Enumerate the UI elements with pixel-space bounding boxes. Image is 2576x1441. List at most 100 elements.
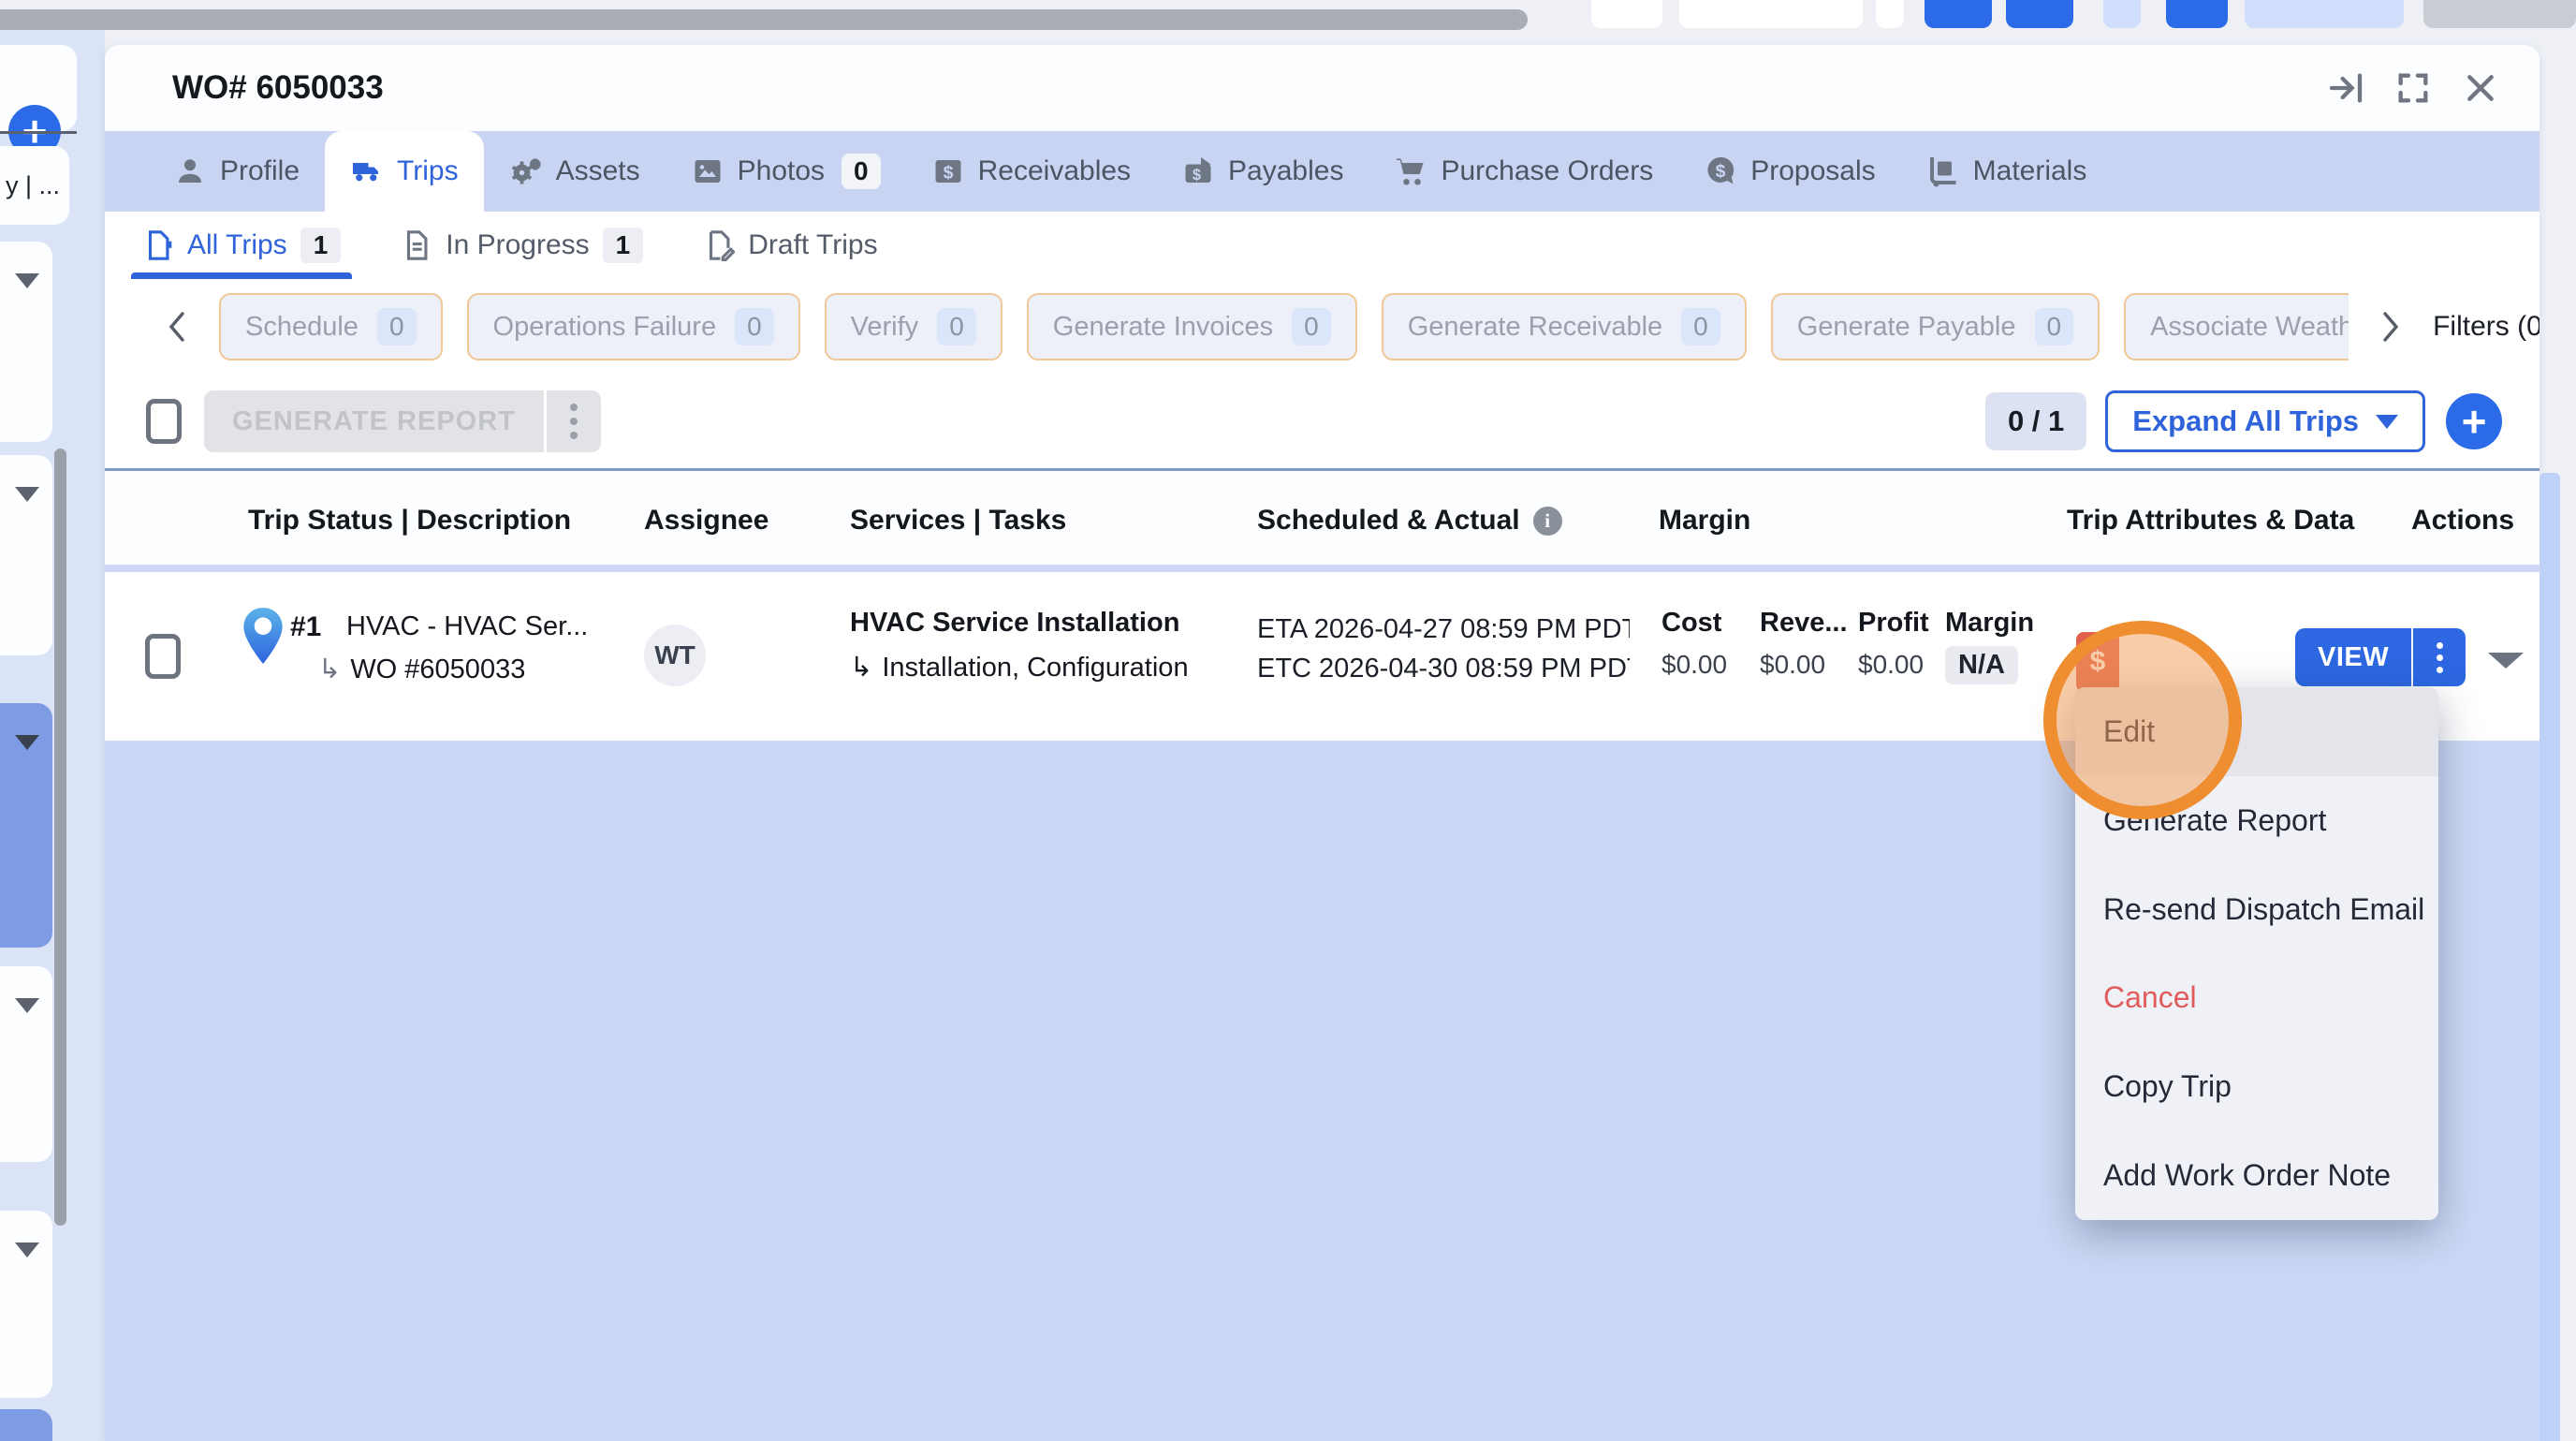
trip-description[interactable]: HVAC - HVAC Ser... <box>346 611 588 642</box>
profit-value: $0.00 <box>1858 650 1929 680</box>
tab-materials[interactable]: Materials <box>1901 131 2113 212</box>
status-chip-schedule[interactable]: Schedule 0 <box>219 293 443 360</box>
chip-label: Operations Failure <box>493 312 717 343</box>
sidebar-scrollbar[interactable] <box>54 448 66 1226</box>
task-list-label: Installation, Configuration <box>882 653 1188 683</box>
subtab-count-badge: 1 <box>300 228 342 263</box>
chevron-down-icon[interactable] <box>15 1242 39 1257</box>
chip-label: Verify <box>851 312 919 343</box>
margin-total: Margin N/A <box>1945 608 2034 684</box>
chevron-down-icon[interactable] <box>15 735 39 750</box>
sidebar-card-selected[interactable] <box>0 703 52 948</box>
document-alert-icon <box>142 229 174 261</box>
chevron-down-icon[interactable] <box>15 487 39 502</box>
chip-count: 0 <box>1292 308 1331 346</box>
kebab-menu-icon[interactable] <box>547 390 601 452</box>
menu-item-add-work-order-note[interactable]: Add Work Order Note <box>2075 1131 2438 1220</box>
hand-truck-icon <box>1926 154 1960 188</box>
info-icon[interactable]: i <box>1533 507 1562 536</box>
sidebar-card[interactable] <box>0 242 52 442</box>
tab-trips[interactable]: Trips <box>325 131 484 212</box>
trip-work-order[interactable]: ↳WO #6050033 <box>318 653 525 685</box>
proposal-icon: $ <box>1704 154 1737 188</box>
vertical-scrollbar[interactable] <box>2539 473 2560 1441</box>
partial-top-button[interactable] <box>1679 0 1863 28</box>
status-chip-verify[interactable]: Verify 0 <box>825 293 1003 360</box>
view-button-label[interactable]: VIEW <box>2295 628 2413 686</box>
close-icon[interactable] <box>2459 66 2502 110</box>
row-checkbox[interactable] <box>145 634 181 679</box>
partial-top-button[interactable] <box>2245 0 2404 28</box>
sidebar-add-card: + <box>0 45 77 131</box>
margin-cost: Cost $0.00 <box>1661 608 1727 680</box>
chevron-left-icon[interactable] <box>159 305 195 348</box>
gears-icon <box>509 154 543 188</box>
tab-receivables[interactable]: $ Receivables <box>906 131 1156 212</box>
menu-item-cancel[interactable]: Cancel <box>2075 953 2438 1042</box>
partial-top-button[interactable] <box>1925 0 1992 28</box>
cart-icon <box>1394 154 1427 188</box>
partial-top-button[interactable] <box>1591 0 1662 28</box>
partial-top-button[interactable] <box>2006 0 2073 28</box>
status-chip-associate[interactable]: Associate Weath <box>2124 293 2349 360</box>
expand-all-trips-button[interactable]: Expand All Trips <box>2105 390 2425 452</box>
status-chip-generate-payable[interactable]: Generate Payable 0 <box>1771 293 2100 360</box>
subtab-draft-trips[interactable]: Draft Trips <box>692 212 888 279</box>
status-chip-generate-receivable[interactable]: Generate Receivable 0 <box>1382 293 1747 360</box>
chevron-down-icon[interactable] <box>15 998 39 1013</box>
margin-label: Margin <box>1945 608 2034 639</box>
receivable-icon: $ <box>931 154 965 188</box>
tab-label: Payables <box>1228 155 1343 187</box>
fullscreen-icon[interactable] <box>2392 66 2435 110</box>
chevron-right-icon[interactable] <box>2373 305 2408 348</box>
scheduled-actual-times: ETA 2026-04-27 08:59 PM PDT ETC 2026-04-… <box>1257 610 1630 688</box>
sidebar-card[interactable] <box>0 1211 52 1398</box>
tab-assets[interactable]: Assets <box>484 131 666 212</box>
chip-count: 0 <box>1681 308 1720 346</box>
trips-toolbar: GENERATE REPORT 0 / 1 Expand All Trips + <box>105 375 2539 468</box>
add-trip-button[interactable]: + <box>2446 393 2502 449</box>
tab-proposals[interactable]: $ Proposals <box>1678 131 1900 212</box>
menu-item-copy-trip[interactable]: Copy Trip <box>2075 1042 2438 1131</box>
sidebar-card-selected[interactable] <box>0 1409 52 1441</box>
row-kebab-menu-icon[interactable] <box>2413 628 2466 686</box>
partial-top-button[interactable] <box>2423 0 2576 28</box>
table-header-row: Trip Status | Description Assignee Servi… <box>105 471 2539 565</box>
expand-all-trips-label: Expand All Trips <box>2132 404 2359 438</box>
partial-top-button[interactable] <box>1876 0 1904 28</box>
truck-icon <box>350 154 384 188</box>
subtab-all-trips[interactable]: All Trips 1 <box>131 212 352 279</box>
col-scheduled-actual: Scheduled & Actual i <box>1257 505 1562 537</box>
tab-purchase-orders[interactable]: Purchase Orders <box>1368 131 1678 212</box>
assignee-avatar[interactable]: WT <box>644 625 706 686</box>
tab-payables[interactable]: $ Payables <box>1156 131 1368 212</box>
chip-label: Generate Payable <box>1797 312 2016 343</box>
generate-report-button[interactable]: GENERATE REPORT <box>204 390 601 452</box>
chevron-down-icon[interactable] <box>15 273 39 288</box>
sidebar-divider <box>0 131 77 134</box>
sidebar-partial-card[interactable]: y | ... <box>0 146 69 225</box>
chip-label: Generate Invoices <box>1053 312 1273 343</box>
generate-report-label[interactable]: GENERATE REPORT <box>204 390 547 452</box>
status-chip-operations-failure[interactable]: Operations Failure 0 <box>467 293 800 360</box>
status-chip-generate-invoices[interactable]: Generate Invoices 0 <box>1027 293 1357 360</box>
dock-right-icon[interactable] <box>2324 66 2367 110</box>
partial-top-button[interactable] <box>2166 0 2228 28</box>
partial-top-button[interactable] <box>2103 0 2141 28</box>
select-all-checkbox[interactable] <box>146 399 182 444</box>
margin-value-badge: N/A <box>1945 646 2018 684</box>
task-list: ↳Installation, Configuration <box>850 651 1189 684</box>
horizontal-scrollbar[interactable] <box>0 9 1528 30</box>
col-margin: Margin <box>1659 505 1750 537</box>
sidebar-card[interactable] <box>0 966 52 1162</box>
sidebar-card[interactable] <box>0 455 52 655</box>
view-button[interactable]: VIEW <box>2295 628 2466 686</box>
tab-profile[interactable]: Profile <box>148 131 325 212</box>
subtab-in-progress[interactable]: In Progress 1 <box>389 212 654 279</box>
menu-item-resend-dispatch-email[interactable]: Re-send Dispatch Email <box>2075 865 2438 954</box>
row-expand-chevron-icon[interactable] <box>2488 653 2524 669</box>
subtab-label: In Progress <box>446 229 589 261</box>
filters-control[interactable]: Filters (0) ✕ <box>2433 308 2539 346</box>
tab-photos[interactable]: Photos 0 <box>666 131 906 212</box>
tab-strip: Profile Trips Assets Photos 0 $ Receivab… <box>105 131 2539 212</box>
